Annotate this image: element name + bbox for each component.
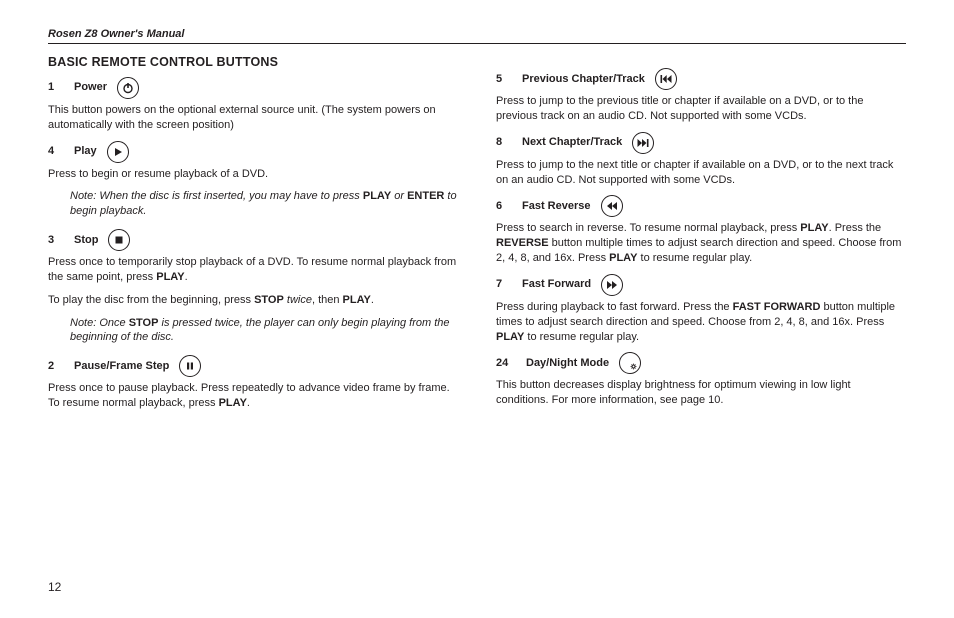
note-bold: ENTER [407,190,444,202]
item-pause-head: 2 Pause/Frame Step [48,355,458,377]
item-play-head: 4 Play [48,141,458,163]
item-play-label: Play [74,144,97,159]
item-frev-head: 6 Fast Reverse [496,195,906,217]
item-play-desc: Press to begin or resume playback of a D… [48,167,458,182]
skip-next-icon [632,132,654,154]
item-play-note: Note: When the disc is first inserted, y… [70,189,458,219]
skip-previous-icon [655,68,677,90]
item-prev-desc: Press to jump to the previous title or c… [496,94,906,124]
item-frev-num: 6 [496,199,512,214]
item-daynight-num: 24 [496,356,516,371]
text: . [247,397,250,409]
note-bold: PLAY [363,190,391,202]
text: . [371,294,374,306]
item-daynight-head: 24 Day/Night Mode [496,352,906,374]
item-frev-desc: Press to search in reverse. To resume no… [496,221,906,266]
note-text: or [391,190,407,202]
item-stop-head: 3 Stop [48,229,458,251]
item-frev-label: Fast Reverse [522,199,591,214]
bold: PLAY [496,331,524,343]
item-power-desc: This button powers on the optional exter… [48,103,458,133]
section-heading: BASIC REMOTE CONTROL BUTTONS [48,54,458,71]
content-columns: BASIC REMOTE CONTROL BUTTONS 1 Power Thi… [48,54,906,419]
bold: PLAY [800,222,828,234]
fast-forward-icon [601,274,623,296]
item-stop-desc2: To play the disc from the beginning, pre… [48,293,458,308]
text: Press during playback to fast forward. P… [496,301,733,313]
item-next-desc: Press to jump to the next title or chapt… [496,158,906,188]
pause-icon [179,355,201,377]
item-ffwd-head: 7 Fast Forward [496,274,906,296]
italic: twice [284,294,312,306]
manual-page: Rosen Z8 Owner's Manual BASIC REMOTE CON… [0,0,954,618]
item-stop-note: Note: Once STOP is pressed twice, the pl… [70,316,458,346]
text: . [185,271,188,283]
item-next-num: 8 [496,135,512,150]
item-stop-desc1: Press once to temporarily stop playback … [48,255,458,285]
page-number: 12 [48,580,61,594]
item-play-num: 4 [48,144,64,159]
item-daynight-desc: This button decreases display brightness… [496,378,906,408]
bold: PLAY [156,271,184,283]
text: Press to search in reverse. To resume no… [496,222,800,234]
day-night-icon [619,352,641,374]
bold: REVERSE [496,237,549,249]
item-prev-num: 5 [496,72,512,87]
note-bold: STOP [129,317,159,329]
manual-header-title: Rosen Z8 Owner's Manual [48,28,906,44]
left-column: BASIC REMOTE CONTROL BUTTONS 1 Power Thi… [48,54,458,419]
item-ffwd-num: 7 [496,277,512,292]
power-icon [117,77,139,99]
stop-icon [108,229,130,251]
fast-reverse-icon [601,195,623,217]
note-text: Note: When the disc is first inserted, y… [70,190,363,202]
item-ffwd-desc: Press during playback to fast forward. P… [496,300,906,345]
note-text: Note: Once [70,317,129,329]
text: . Press the [829,222,882,234]
item-stop-num: 3 [48,233,64,248]
item-ffwd-label: Fast Forward [522,277,591,292]
item-power-label: Power [74,80,107,95]
item-pause-label: Pause/Frame Step [74,359,169,374]
play-icon [107,141,129,163]
item-prev-head: 5 Previous Chapter/Track [496,68,906,90]
item-pause-num: 2 [48,359,64,374]
bold: PLAY [219,397,247,409]
bold: PLAY [343,294,371,306]
right-column: 5 Previous Chapter/Track Press to jump t… [496,54,906,419]
item-power-head: 1 Power [48,77,458,99]
bold: FAST FORWARD [733,301,821,313]
bold: STOP [254,294,284,306]
item-next-label: Next Chapter/Track [522,135,622,150]
bold: PLAY [609,252,637,264]
item-prev-label: Previous Chapter/Track [522,72,645,87]
item-stop-label: Stop [74,233,98,248]
text: to resume regular play. [637,252,752,264]
text: Press once to temporarily stop playback … [48,256,456,283]
item-power-num: 1 [48,80,64,95]
text: to resume regular play. [524,331,639,343]
text: To play the disc from the beginning, pre… [48,294,254,306]
item-pause-desc: Press once to pause playback. Press repe… [48,381,458,411]
item-daynight-label: Day/Night Mode [526,356,609,371]
item-next-head: 8 Next Chapter/Track [496,132,906,154]
text: , then [312,294,343,306]
